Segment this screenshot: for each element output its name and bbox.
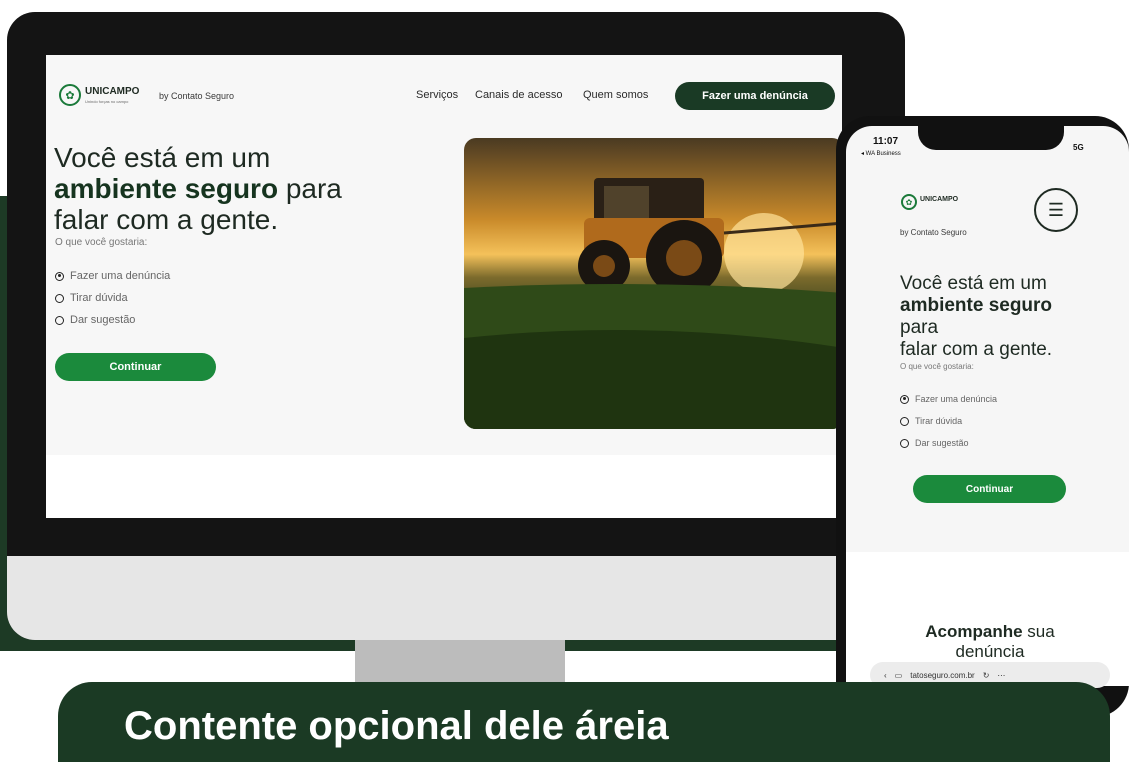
by-contato-seguro: by Contato Seguro [159,91,235,101]
track-line2: denúncia [955,642,1025,661]
radio-icon[interactable] [55,315,64,325]
unicampo-logo-icon: ✿ [59,84,81,106]
option-label: Tirar dúvida [70,292,128,304]
phone-continue-button[interactable]: Continuar [913,475,1066,503]
track-bold: Acompanhe [925,622,1023,641]
hero-heading: Você está em um ambiente seguro para fal… [54,142,342,235]
option-duvida[interactable]: Tirar dúvida [55,292,128,304]
hero-rest: para [278,173,342,204]
option-label: Fazer uma denúncia [915,394,998,404]
report-button[interactable]: Fazer uma denúncia [675,82,835,110]
logo-tagline: Unindo forças no campo [85,99,129,104]
radio-icon[interactable] [55,293,64,303]
hero-line2: ambiente seguro para [54,173,342,204]
option-label: Fazer uma denúncia [70,270,171,282]
option-label: Tirar dúvida [915,416,963,426]
continue-button[interactable]: Continuar [55,353,216,381]
track-heading: Acompanhe sua denúncia [900,622,1080,662]
phone-hero-heading: Você está em um ambiente seguro para fal… [900,273,1052,361]
url-text[interactable]: tatoseguro.com.br [910,671,974,680]
status-back-app[interactable]: ◂ WA Business [861,150,901,157]
phone-by-label: by Contato Seguro [900,228,967,237]
desktop-screen: ✿ UNICAMPO Unindo forças no campo by Con… [46,55,842,518]
status-signal: 5G [1073,143,1084,152]
phone-hero-bold-text: ambiente seguro [900,295,1053,316]
radio-selected-icon[interactable] [55,271,64,281]
phone-hero-line1: Você está em um [900,273,1047,294]
option-sugestao[interactable]: Dar sugestão [55,314,135,326]
more-icon[interactable]: ⋯ [997,671,1005,680]
nav-quem-somos[interactable]: Quem somos [583,89,648,101]
reload-icon[interactable]: ↻ [983,671,990,680]
track-line1: Acompanhe sua [900,622,1080,642]
phone-logo-icon: ✿ [901,194,917,210]
desktop-lower-section [46,455,842,518]
radio-selected-icon[interactable] [900,394,909,404]
phone-hero-line4: falar com a gente. [900,339,1053,360]
phone-option-duvida[interactable]: Tirar dúvida [900,416,962,426]
logo-name: UNICAMPO [85,86,140,97]
tractor-illustration [464,178,842,429]
bottom-banner: Contente opcional dele áreia [58,682,1110,762]
back-chevron-icon[interactable]: ‹ [884,671,887,680]
option-label: Dar sugestão [70,314,136,326]
track-rest: sua [1022,622,1055,641]
phone-option-sugestao[interactable]: Dar sugestão [900,438,969,448]
option-label: Dar sugestão [915,438,969,448]
tab-icon[interactable]: ▭ [895,671,903,680]
radio-icon[interactable] [900,438,909,448]
phone-hero-bold: ambiente seguro [900,295,1052,317]
phone-notch [918,118,1064,150]
question-label: O que você gostaria: [55,237,148,248]
nav-canais[interactable]: Canais de acesso [475,89,562,101]
phone-option-denuncia[interactable]: Fazer uma denúncia [900,394,997,404]
phone-question: O que você gostaria: [900,362,974,371]
monitor-chin [7,556,905,640]
hero-bold: ambiente seguro [54,173,279,204]
tractor-field-image [464,138,842,429]
nav-servicos[interactable]: Serviços [416,89,458,101]
status-time: 11:07 [873,136,899,147]
hamburger-menu-icon[interactable]: ☰ [1034,188,1078,232]
hero-line3: falar com a gente. [54,204,279,235]
phone-logo-name: UNICAMPO [920,196,959,203]
option-denuncia[interactable]: Fazer uma denúncia [55,270,170,282]
radio-icon[interactable] [900,416,909,426]
hero-line1: Você está em um [54,142,271,173]
phone-hero-line3: para [900,317,939,338]
